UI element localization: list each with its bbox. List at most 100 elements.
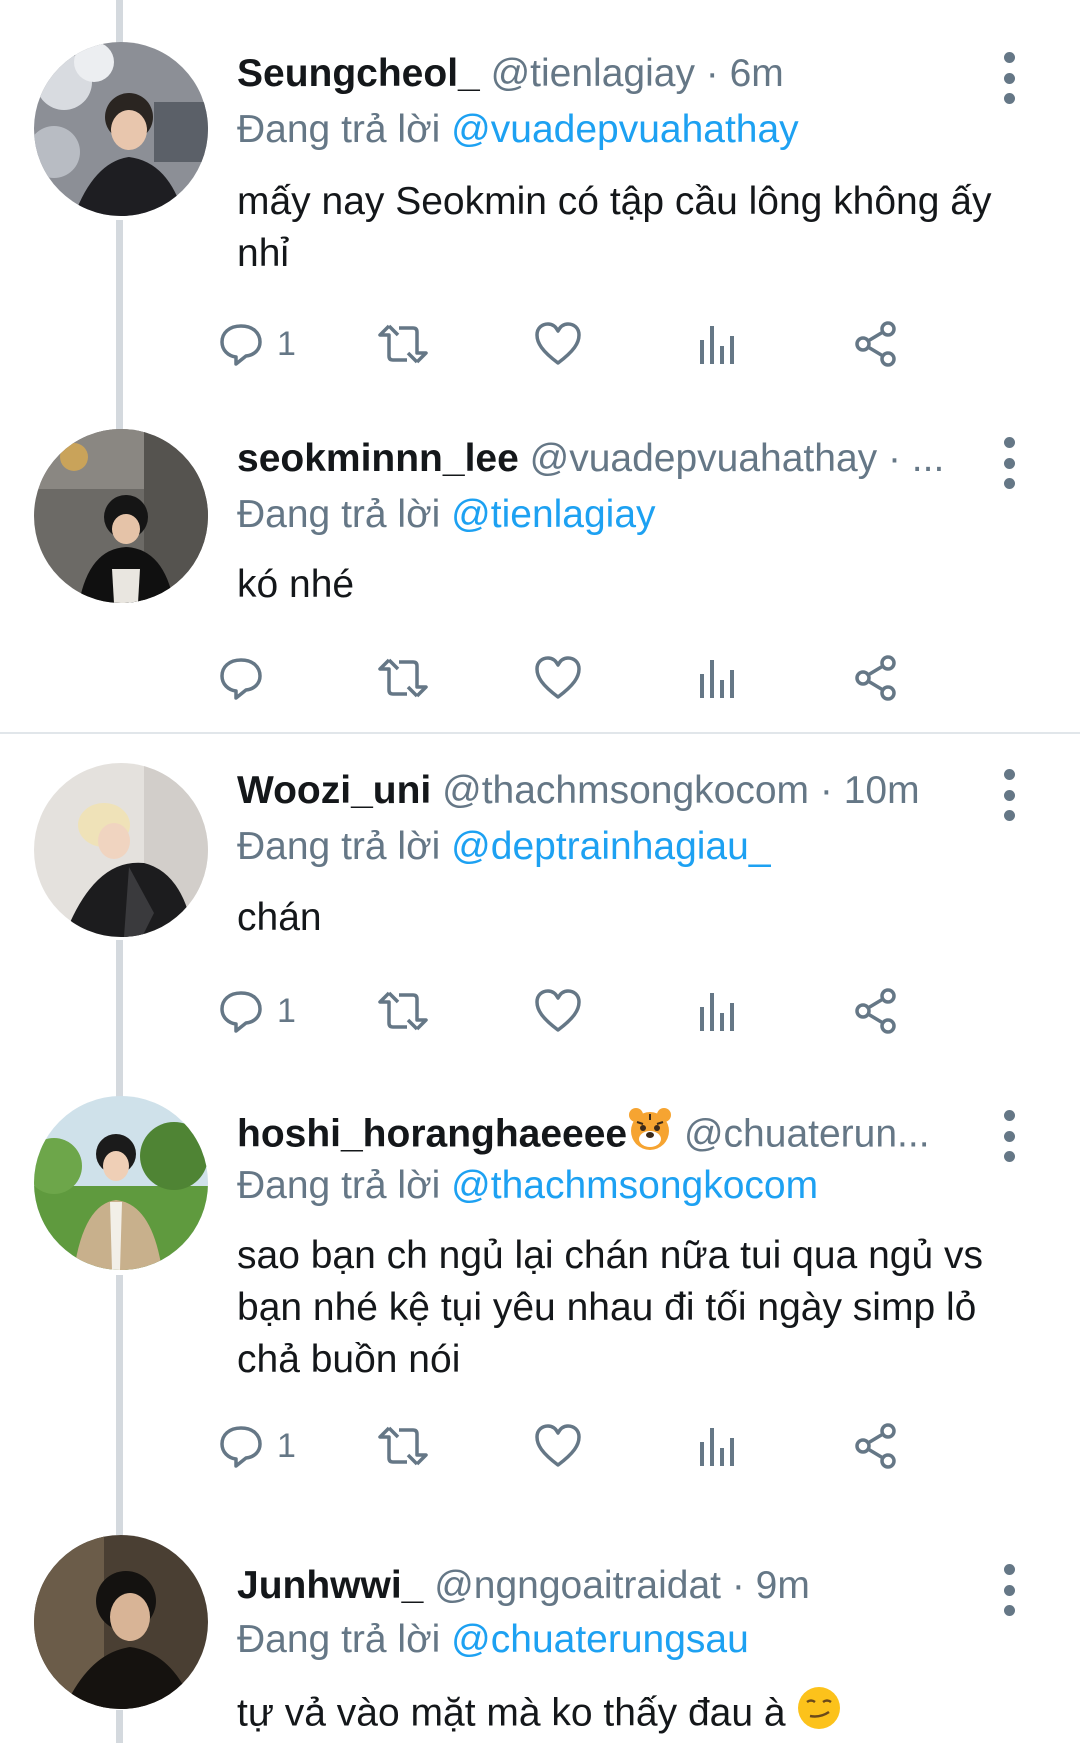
views-button[interactable] (695, 1416, 743, 1476)
replying-to: Đang trả lời @chuaterungsau (237, 1614, 749, 1666)
smirking-face-emoji (796, 1685, 842, 1745)
avatar[interactable] (34, 42, 208, 216)
user-handle[interactable]: @ngngoaitraidat (434, 1564, 721, 1607)
retweet-button[interactable] (375, 1416, 431, 1476)
like-button[interactable] (532, 981, 584, 1041)
tweet[interactable]: seokminnn_lee @vuadepvuahathay · ... Đan… (0, 400, 1080, 732)
share-button[interactable] (850, 981, 902, 1041)
more-icon[interactable] (995, 1110, 1023, 1162)
share-button[interactable] (850, 1416, 902, 1476)
tweet-header: Woozi_uni @thachmsongkocom · 10m (237, 765, 970, 817)
replying-to: Đang trả lời @thachmsongkocom (237, 1160, 818, 1212)
timestamp: · 10m (809, 769, 920, 812)
tweet-text: tự vả vào mặt mà ko thấy đau à (237, 1685, 1017, 1745)
reply-button[interactable]: 1 (215, 314, 296, 374)
avatar[interactable] (34, 1096, 208, 1270)
reply-count: 1 (277, 991, 296, 1030)
like-button[interactable] (532, 314, 584, 374)
retweet-icon (375, 318, 431, 370)
timestamp: · 6m (694, 52, 784, 95)
mention-link[interactable]: @thachmsongkocom (451, 1164, 818, 1207)
like-icon (532, 652, 584, 704)
tweet-text: mấy nay Seokmin có tập cầu lông không ấy… (237, 180, 992, 275)
user-handle[interactable]: @chuaterun... (684, 1112, 930, 1155)
user-handle[interactable]: @thachmsongkocom (442, 769, 809, 812)
user-handle[interactable]: @tienlagiay (491, 52, 695, 95)
like-button[interactable] (532, 1416, 584, 1476)
reply-icon (215, 985, 267, 1037)
more-icon[interactable] (995, 769, 1023, 821)
tweet-text: sao bạn ch ngủ lại chán nữa tui qua ngủ … (237, 1234, 983, 1381)
user-handle[interactable]: @vuadepvuahathay (530, 437, 878, 480)
replying-to-label: Đang trả lời (237, 1618, 441, 1661)
tweet[interactable]: Woozi_uni @thachmsongkocom · 10m Đang tr… (0, 734, 1080, 1064)
views-icon (695, 985, 743, 1037)
tweet-header: seokminnn_lee @vuadepvuahathay · ... (237, 433, 970, 485)
tweet[interactable]: hoshi_horanghaeeee @chuaterun... Đang tr… (0, 1064, 1080, 1520)
more-icon[interactable] (995, 1564, 1023, 1616)
tweet-actions: 1 (220, 314, 1017, 374)
avatar[interactable] (34, 429, 208, 603)
replying-to-label: Đang trả lời (237, 493, 441, 536)
reply-icon (215, 1420, 267, 1472)
timestamp: · ... (877, 437, 945, 480)
like-button[interactable] (532, 648, 584, 708)
tweet-text: chán (237, 896, 322, 939)
views-button[interactable] (695, 648, 743, 708)
more-icon[interactable] (995, 52, 1023, 104)
views-icon (695, 318, 743, 370)
retweet-icon (375, 652, 431, 704)
display-name[interactable]: seokminnn_lee (237, 437, 519, 480)
retweet-button[interactable] (375, 981, 431, 1041)
replying-to-label: Đang trả lời (237, 108, 441, 151)
tiger-face-emoji (627, 1106, 673, 1158)
reply-count: 1 (277, 324, 296, 363)
reply-button[interactable]: 1 (215, 1416, 296, 1476)
display-name[interactable]: Woozi_uni (237, 769, 431, 812)
tweet-actions: 1 (220, 1416, 1017, 1476)
share-button[interactable] (850, 648, 902, 708)
like-icon (532, 985, 584, 1037)
avatar[interactable] (34, 1535, 208, 1709)
share-icon (850, 985, 902, 1037)
like-icon (532, 1420, 584, 1472)
tweet-header: Seungcheol_ @tienlagiay · 6m (237, 48, 970, 100)
tweet-text: kó nhé (237, 563, 355, 606)
reply-icon (215, 652, 267, 704)
views-icon (695, 652, 743, 704)
retweet-icon (375, 985, 431, 1037)
display-name[interactable]: Junhwwi_ (237, 1564, 423, 1607)
tweet[interactable]: Seungcheol_ @tienlagiay · 6m Đang trả lờ… (0, 0, 1080, 400)
replying-to-label: Đang trả lời (237, 1164, 441, 1207)
mention-link[interactable]: @chuaterungsau (451, 1618, 749, 1661)
replying-to: Đang trả lời @tienlagiay (237, 489, 656, 541)
share-button[interactable] (850, 314, 902, 374)
retweet-button[interactable] (375, 648, 431, 708)
reply-button[interactable] (215, 648, 277, 708)
mention-link[interactable]: @tienlagiay (451, 493, 655, 536)
mention-link[interactable]: @deptrainhagiau_ (451, 825, 770, 868)
retweet-button[interactable] (375, 314, 431, 374)
views-button[interactable] (695, 314, 743, 374)
reply-button[interactable]: 1 (215, 981, 296, 1041)
tweet-actions: 1 (220, 981, 1017, 1041)
more-icon[interactable] (995, 437, 1023, 489)
tweet[interactable]: Junhwwi_ @ngngoaitraidat · 9m Đang trả l… (0, 1520, 1080, 1743)
replying-to-label: Đang trả lời (237, 825, 441, 868)
share-icon (850, 318, 902, 370)
tweet-header: hoshi_horanghaeeee @chuaterun... (237, 1106, 970, 1158)
views-button[interactable] (695, 981, 743, 1041)
tweet-header: Junhwwi_ @ngngoaitraidat · 9m (237, 1560, 970, 1612)
tweet-text-content: tự vả vào mặt mà ko thấy đau à (237, 1691, 786, 1735)
reply-icon (215, 318, 267, 370)
display-name[interactable]: Seungcheol_ (237, 52, 480, 95)
views-icon (695, 1420, 743, 1472)
reply-count: 1 (277, 1426, 296, 1465)
display-name[interactable]: hoshi_horanghaeeee (237, 1112, 627, 1155)
retweet-icon (375, 1420, 431, 1472)
share-icon (850, 652, 902, 704)
timestamp: · 9m (721, 1564, 810, 1607)
mention-link[interactable]: @vuadepvuahathay (451, 108, 799, 151)
like-icon (532, 318, 584, 370)
avatar[interactable] (34, 763, 208, 937)
